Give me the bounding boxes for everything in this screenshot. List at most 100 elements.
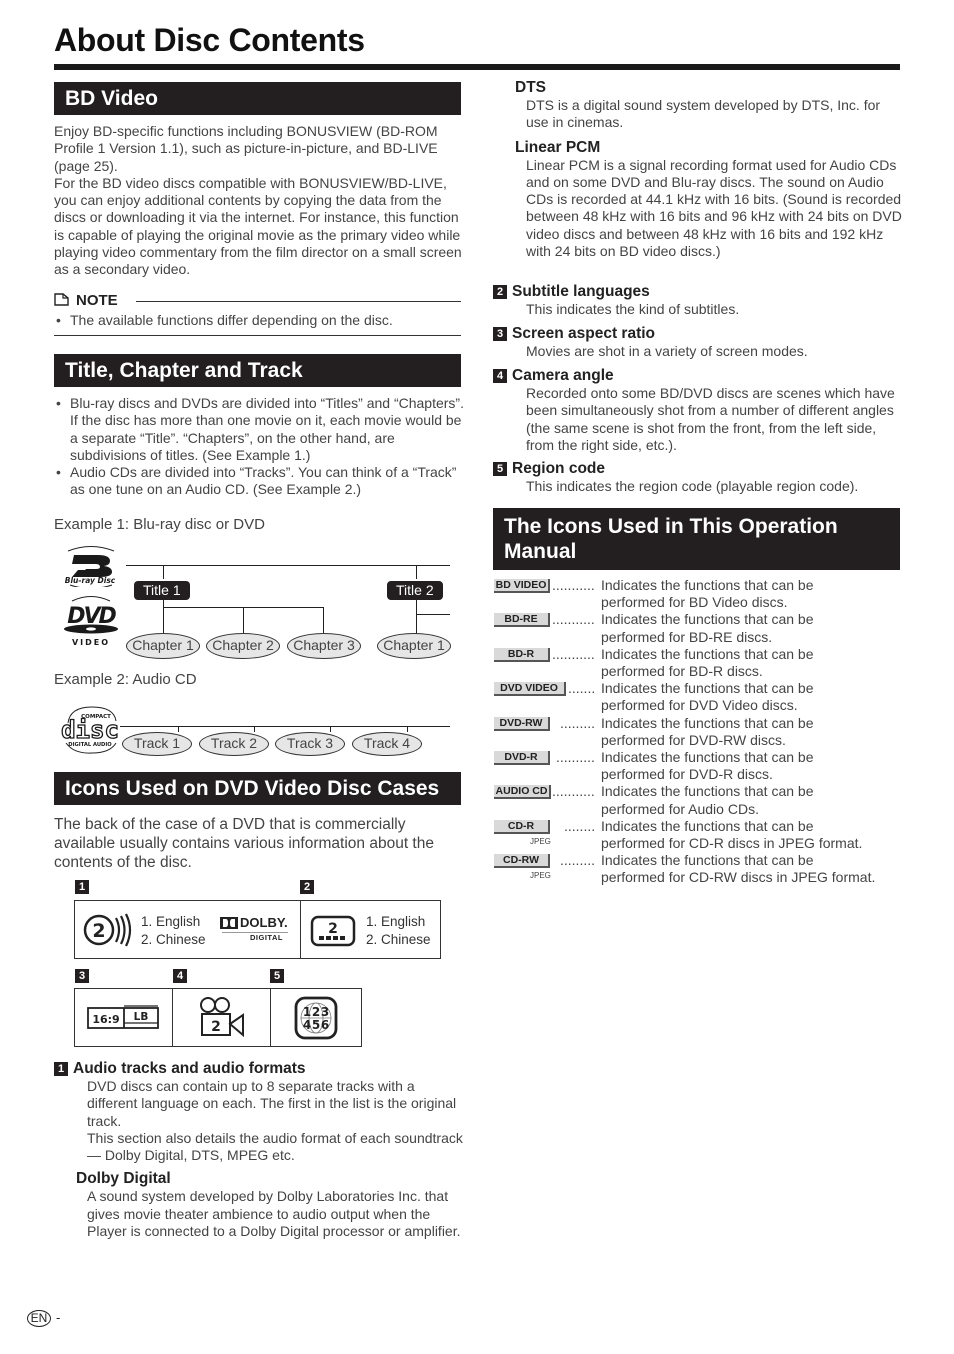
dvd-icon-item-2: 2 Subtitle languages This indicates the k… — [493, 282, 903, 318]
subsection-text-dolby-digital: A sound system developed by Dolby Labora… — [87, 1188, 461, 1240]
dolby-digital-text: DIGITAL — [250, 933, 283, 942]
section-heading-manual-icons: The Icons Used in This Operation Manual — [493, 508, 900, 570]
description-line: Indicates the functions that can be — [601, 852, 814, 869]
note-icon — [54, 293, 69, 306]
panel-divider — [172, 989, 173, 1046]
description-line: Indicates the functions that can be — [601, 749, 814, 765]
dvd-icon-item-5: 5 Region code This indicates the region c… — [493, 459, 903, 495]
icon-description: Indicates the functions that can be perfo… — [601, 852, 911, 887]
section-heading-dvd-icons: Icons Used on DVD Video Disc Cases — [54, 772, 461, 805]
item-number: 3 — [493, 327, 507, 341]
audio-tracks-icon: 2 — [83, 913, 132, 947]
item-paragraph: DVD discs can contain up to 8 separate t… — [87, 1078, 457, 1129]
description-line: Indicates the functions that can be — [601, 714, 814, 731]
title-node-1: Title 1 — [134, 581, 190, 600]
manual-icon-row: DVD-R.......... Indicates the functions t… — [494, 749, 914, 783]
panel-number-3: 3 — [75, 969, 89, 983]
manual-icon-row: BD-RE........... Indicates the functions … — [494, 611, 914, 645]
item-title: Screen aspect ratio — [512, 325, 656, 342]
note-label: NOTE — [76, 292, 118, 309]
manual-icon-row: CD-R JPEG........ Indicates the functions … — [494, 818, 914, 852]
item-number: 1 — [54, 1062, 68, 1076]
tree-branch — [416, 565, 418, 579]
manual-icon-row: AUDIO CD........... Indicates the functio… — [494, 783, 914, 817]
item-heading: 1 Audio tracks and audio formats — [54, 1059, 464, 1078]
dvd-video-logo-icon: DVD VIDEO — [64, 596, 119, 647]
audio-subtitle-panel: 2 1. English 2. Chinese DOLBY. DIGITAL 2… — [74, 900, 441, 959]
dvd-icon-item-1-continued: DTS DTS is a digital sound system develo… — [493, 78, 903, 260]
description-line: performed for CD-RW discs in JPEG format… — [601, 869, 876, 886]
svg-text:disc: disc — [61, 716, 119, 744]
chapter-node: Chapter 1 — [377, 633, 451, 659]
description-line: performed for BD-R discs. — [601, 663, 763, 680]
region-code-icon: 1 2 3 4 5 6 — [294, 996, 338, 1040]
panel-number-4: 4 — [173, 969, 187, 983]
item-number: 5 — [493, 462, 507, 476]
item-text: Recorded onto some BD/DVD discs are scen… — [526, 385, 895, 453]
icon-description: Indicates the functions that can be perfo… — [601, 715, 911, 750]
subtitle-language-item: 2. Chinese — [366, 932, 431, 947]
manual-icon-row: CD-RW JPEG......... Indicates the function… — [494, 852, 914, 886]
title-rule — [54, 64, 900, 70]
dvd-icon-item-4: 4 Camera angle Recorded onto some BD/DVD … — [493, 366, 903, 454]
blu-ray-disc-logo-icon: Blu-ray Disc — [65, 546, 116, 587]
aspect-ratio-icon: 16:9 LB — [87, 1005, 159, 1029]
svg-text:2: 2 — [92, 920, 105, 942]
track-node: Track 3 — [275, 732, 345, 756]
description-line: Indicates the functions that can be — [601, 611, 814, 628]
dvd-icon-item-1: 1 Audio tracks and audio formats DVD disc… — [54, 1059, 464, 1240]
tree-branch — [416, 614, 450, 616]
disc-type-badge: CD-RW — [494, 854, 550, 869]
track-node: Track 1 — [122, 732, 192, 756]
dolby-text: DOLBY. — [240, 915, 288, 930]
panel-divider — [300, 901, 301, 958]
disc-type-badge: BD-RE — [494, 613, 550, 628]
description-line: Indicates the functions that can be — [601, 577, 814, 593]
svg-text:2: 2 — [211, 1019, 221, 1035]
section-heading-title-chapter-track: Title, Chapter and Track — [54, 354, 461, 387]
leader-dots: ....... — [568, 680, 596, 697]
example-1-label: Example 1: Blu-ray disc or DVD — [54, 516, 265, 533]
note-item: The available functions differ depending… — [54, 312, 464, 330]
aspect-angle-region-panel: 16:9 LB 2 1 2 3 4 5 6 — [74, 988, 362, 1047]
manual-icon-row: DVD-RW......... Indicates the functions t… — [494, 715, 914, 749]
manual-icon-row: BD-R........... Indicates the functions t… — [494, 646, 914, 680]
description-line: Indicates the functions that can be — [601, 680, 814, 697]
leader-dots: ........ — [564, 817, 596, 834]
svg-text:VIDEO: VIDEO — [72, 638, 110, 647]
disc-type-badge: BD-R — [494, 647, 550, 662]
item-heading: 5 Region code — [493, 459, 903, 478]
icon-description: Indicates the functions that can be perfo… — [601, 577, 911, 612]
item-heading: 4 Camera angle — [493, 366, 903, 385]
item-number: 4 — [493, 369, 507, 383]
note-divider — [136, 301, 461, 302]
description-line: performed for DVD Video discs. — [601, 697, 798, 714]
title-chapter-track-bullets: Blu-ray discs and DVDs are divided into … — [54, 395, 464, 499]
leader-dots: ........... — [552, 611, 595, 628]
leader-dots: ........... — [552, 645, 595, 662]
description-line: performed for DVD-RW discs. — [601, 731, 786, 748]
audio-language-item: 1. English — [141, 914, 201, 929]
leader-dots: ........... — [552, 783, 595, 800]
dvd-icons-intro: The back of the case of a DVD that is co… — [54, 816, 434, 871]
svg-text:16:9: 16:9 — [92, 1013, 119, 1026]
description-line: performed for BD-RE discs. — [601, 628, 773, 645]
item-paragraph: This section also details the audio form… — [87, 1129, 463, 1164]
item-text: This indicates the region code (playable… — [526, 478, 859, 494]
svg-text:Blu-ray Disc: Blu-ray Disc — [65, 576, 116, 585]
item-text: Movies are shot in a variety of screen m… — [526, 343, 808, 359]
track-branch — [407, 726, 409, 732]
manual-icon-row: DVD VIDEO....... Indicates the functions … — [494, 680, 914, 714]
bullet-item: Blu-ray discs and DVDs are divided into … — [54, 395, 464, 464]
item-text: This indicates the kind of subtitles. — [526, 301, 740, 317]
icon-description: Indicates the functions that can be perfo… — [601, 611, 911, 646]
chapter-node: Chapter 3 — [287, 633, 361, 659]
subsection-title-dolby-digital: Dolby Digital — [76, 1170, 171, 1188]
panel-divider — [270, 989, 271, 1046]
item-number: 2 — [493, 285, 507, 299]
tree-branch — [416, 599, 418, 637]
description-line: Indicates the functions that can be — [601, 783, 814, 800]
language-badge: EN — [27, 1310, 51, 1327]
note-end-divider — [54, 335, 461, 336]
page-title: About Disc Contents — [54, 22, 365, 58]
